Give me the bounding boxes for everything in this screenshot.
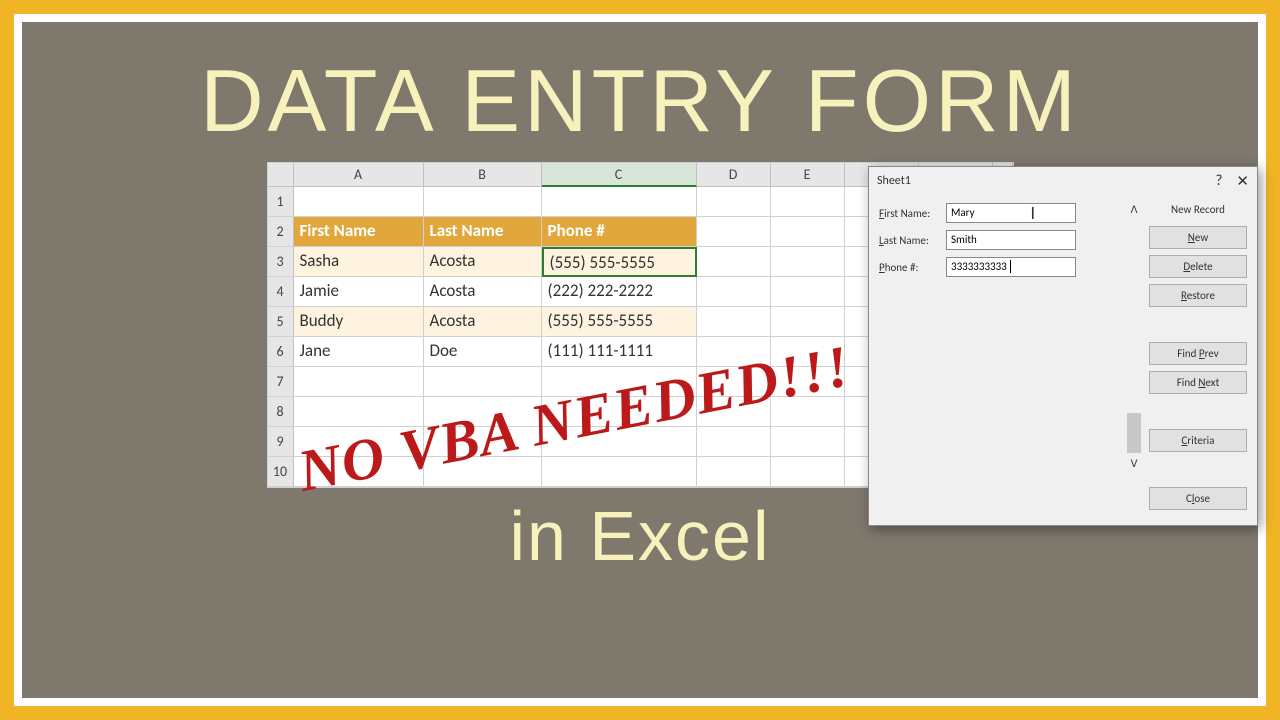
- inner-frame: DATA ENTRY FORM A B C D E F G H 1 2 Firs…: [22, 22, 1258, 698]
- scroll-up-icon[interactable]: ᐱ: [1126, 203, 1142, 219]
- cell-c10[interactable]: [542, 457, 697, 487]
- cell-c4[interactable]: (222) 222-2222: [542, 277, 697, 307]
- col-header-a[interactable]: A: [294, 163, 424, 187]
- label-first-name: First Name:: [879, 207, 946, 220]
- dialog-titlebar[interactable]: Sheet1 ? ✕: [869, 167, 1257, 195]
- col-header-b[interactable]: B: [424, 163, 542, 187]
- cell-c3-selected[interactable]: (555) 555-5555: [542, 247, 697, 277]
- row-header-8[interactable]: 8: [268, 397, 294, 427]
- find-next-button[interactable]: Find Next: [1149, 371, 1247, 394]
- cell-b4[interactable]: Acosta: [424, 277, 542, 307]
- delete-button[interactable]: Delete: [1149, 255, 1247, 278]
- row-header-7[interactable]: 7: [268, 367, 294, 397]
- input-last-name[interactable]: Smith: [946, 230, 1076, 250]
- cell-d3[interactable]: [697, 247, 771, 277]
- row-header-1[interactable]: 1: [268, 187, 294, 217]
- cell-d1[interactable]: [697, 187, 771, 217]
- cell-a1[interactable]: [294, 187, 424, 217]
- data-form-dialog: Sheet1 ? ✕ First Name: MaryI Last Name: …: [868, 166, 1258, 526]
- cell-a3[interactable]: Sasha: [294, 247, 424, 277]
- dialog-title: Sheet1: [877, 174, 911, 188]
- cell-b1[interactable]: [424, 187, 542, 217]
- dialog-body: First Name: MaryI Last Name: Smith Phone…: [869, 195, 1257, 518]
- cell-e10[interactable]: [771, 457, 845, 487]
- header-first-name[interactable]: First Name: [294, 217, 424, 247]
- row-header-2[interactable]: 2: [268, 217, 294, 247]
- close-button[interactable]: Close: [1149, 487, 1247, 510]
- cell-c5[interactable]: (555) 555-5555: [542, 307, 697, 337]
- outer-frame: DATA ENTRY FORM A B C D E F G H 1 2 Firs…: [14, 14, 1266, 706]
- label-last-name: Last Name:: [879, 234, 946, 247]
- row-header-6[interactable]: 6: [268, 337, 294, 367]
- input-first-name[interactable]: MaryI: [946, 203, 1076, 223]
- help-icon[interactable]: ?: [1215, 172, 1222, 191]
- scroll-down-icon[interactable]: ᐯ: [1126, 457, 1142, 473]
- cell-c6[interactable]: (111) 111-1111: [542, 337, 697, 367]
- cell-d9[interactable]: [697, 427, 771, 457]
- row-header-10[interactable]: 10: [268, 457, 294, 487]
- dialog-button-column: New Record New Delete Restore Find Prev …: [1149, 203, 1247, 510]
- form-scrollbar[interactable]: ᐱ ᐯ: [1125, 203, 1143, 473]
- cell-b3[interactable]: Acosta: [424, 247, 542, 277]
- row-header-5[interactable]: 5: [268, 307, 294, 337]
- row-header-3[interactable]: 3: [268, 247, 294, 277]
- col-header-e[interactable]: E: [771, 163, 845, 187]
- scroll-thumb[interactable]: [1127, 413, 1141, 453]
- label-phone: Phone #:: [879, 261, 946, 274]
- select-all-corner[interactable]: [268, 163, 294, 187]
- cell-e4[interactable]: [771, 277, 845, 307]
- col-header-d[interactable]: D: [697, 163, 771, 187]
- cell-d2[interactable]: [697, 217, 771, 247]
- col-header-c[interactable]: C: [542, 163, 697, 187]
- find-prev-button[interactable]: Find Prev: [1149, 342, 1247, 365]
- cell-e1[interactable]: [771, 187, 845, 217]
- close-icon[interactable]: ✕: [1236, 172, 1249, 191]
- header-phone[interactable]: Phone #: [542, 217, 697, 247]
- cell-a7[interactable]: [294, 367, 424, 397]
- cell-d4[interactable]: [697, 277, 771, 307]
- cell-c1[interactable]: [542, 187, 697, 217]
- cell-a5[interactable]: Buddy: [294, 307, 424, 337]
- cell-b5[interactable]: Acosta: [424, 307, 542, 337]
- restore-button[interactable]: Restore: [1149, 284, 1247, 307]
- row-header-4[interactable]: 4: [268, 277, 294, 307]
- new-button[interactable]: New: [1149, 226, 1247, 249]
- cell-a4[interactable]: Jamie: [294, 277, 424, 307]
- header-last-name[interactable]: Last Name: [424, 217, 542, 247]
- input-phone[interactable]: 3333333333: [946, 257, 1076, 277]
- cell-e3[interactable]: [771, 247, 845, 277]
- cell-e2[interactable]: [771, 217, 845, 247]
- cell-a6[interactable]: Jane: [294, 337, 424, 367]
- criteria-button[interactable]: Criteria: [1149, 429, 1247, 452]
- form-fields: First Name: MaryI Last Name: Smith Phone…: [879, 203, 1119, 510]
- page-title-top: DATA ENTRY FORM: [22, 22, 1258, 152]
- row-header-9[interactable]: 9: [268, 427, 294, 457]
- text-cursor-icon: I: [1030, 202, 1035, 224]
- cell-b6[interactable]: Doe: [424, 337, 542, 367]
- cell-d5[interactable]: [697, 307, 771, 337]
- cell-e9[interactable]: [771, 427, 845, 457]
- record-status: New Record: [1149, 203, 1247, 216]
- cell-d10[interactable]: [697, 457, 771, 487]
